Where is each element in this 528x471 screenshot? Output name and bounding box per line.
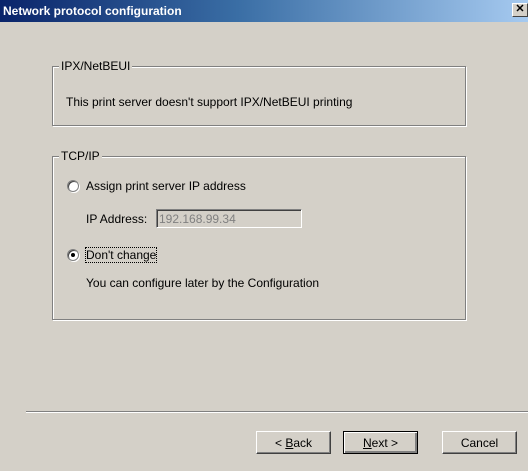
ip-address-label: IP Address: — [86, 212, 148, 226]
cancel-button[interactable]: Cancel — [442, 431, 517, 454]
next-button[interactable]: Next > — [343, 431, 418, 454]
close-button[interactable]: ✕ — [512, 3, 528, 17]
configure-later-hint: You can configure later by the Configura… — [86, 276, 320, 290]
ip-address-field[interactable] — [156, 209, 302, 228]
radio-selected-dot — [71, 253, 75, 257]
dont-change-radio[interactable] — [67, 249, 79, 261]
wizard-window: Network protocol configuration ✕ IPX/Net… — [0, 0, 528, 471]
ipx-netbeui-legend: IPX/NetBEUI — [59, 59, 133, 73]
window-title: Network protocol configuration — [3, 4, 182, 18]
button-separator — [26, 411, 528, 413]
back-button[interactable]: < Back — [256, 431, 331, 454]
ipx-unsupported-message: This print server doesn't support IPX/Ne… — [66, 95, 353, 109]
title-bar[interactable]: Network protocol configuration ✕ — [0, 0, 528, 22]
tcpip-legend: TCP/IP — [59, 149, 102, 163]
dont-change-label[interactable]: Don't change — [84, 247, 158, 263]
assign-ip-radio[interactable] — [67, 180, 79, 192]
assign-ip-label[interactable]: Assign print server IP address — [86, 179, 246, 193]
close-icon: ✕ — [515, 3, 525, 15]
